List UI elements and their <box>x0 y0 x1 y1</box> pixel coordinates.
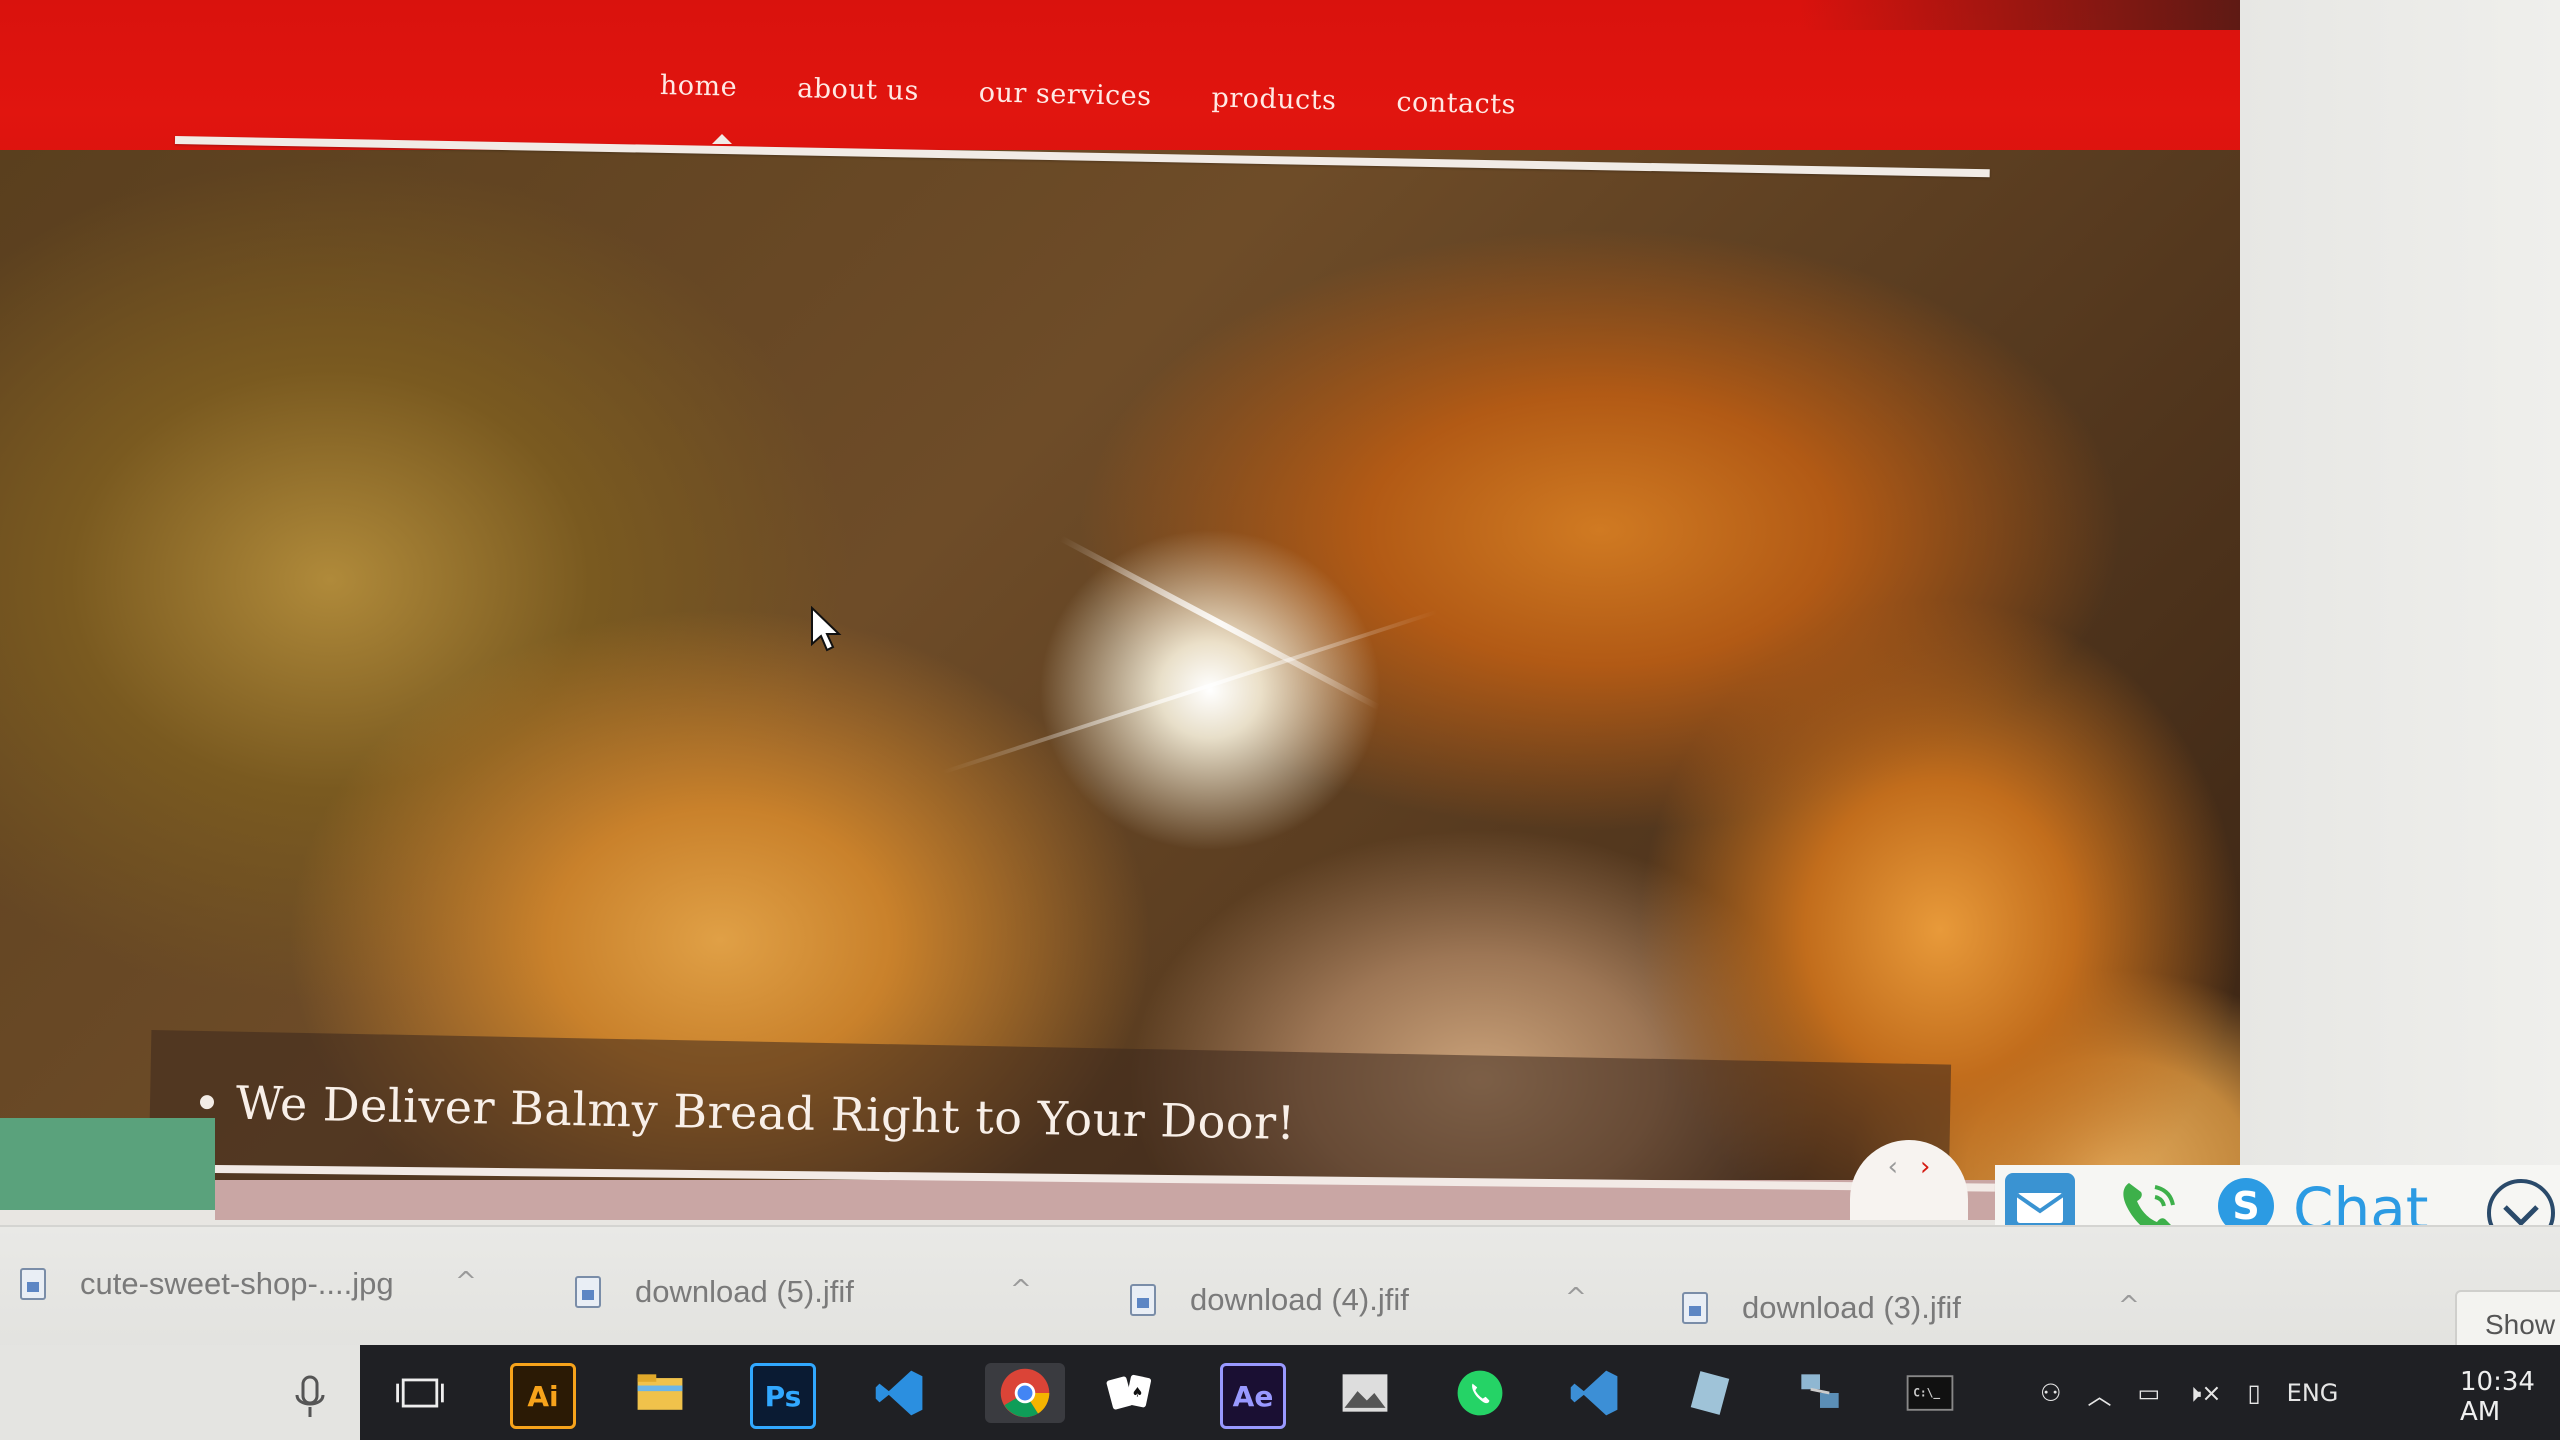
file-icon <box>575 1276 601 1308</box>
vscode-alt-icon[interactable] <box>1565 1363 1625 1423</box>
taskbar-clock[interactable]: 10:34 AM <box>2460 1367 2560 1427</box>
slider-prev-button[interactable]: ‹ <box>1888 1154 1898 1180</box>
command-prompt-icon[interactable]: C:\_ <box>1900 1363 1960 1423</box>
caption-bullet <box>199 1095 215 1110</box>
download-shelf: cute-sweet-shop-....jpg ^ download (5).j… <box>0 1225 2560 1357</box>
mouse-cursor-icon <box>811 606 842 652</box>
volume-muted-icon[interactable]: 🕨× <box>2186 1379 2221 1407</box>
download-filename: download (3).jfif <box>1742 1290 1961 1325</box>
language-indicator[interactable]: ENG <box>2287 1379 2339 1407</box>
svg-text:S: S <box>2232 1184 2259 1228</box>
nav-item-products[interactable]: products <box>1211 82 1337 116</box>
nav-item-our-services[interactable]: our services <box>979 77 1152 112</box>
svg-text:C:\_: C:\_ <box>1913 1387 1940 1400</box>
illustrator-icon[interactable]: Ai <box>510 1363 576 1429</box>
chevron-up-icon[interactable]: ^ <box>1010 1275 1032 1305</box>
download-item[interactable]: download (3).jfif <box>1682 1273 1961 1343</box>
file-icon <box>1130 1284 1156 1316</box>
whatsapp-icon[interactable] <box>1450 1363 1510 1423</box>
network-tool-icon[interactable] <box>1790 1363 1850 1423</box>
download-item[interactable]: download (5).jfif <box>575 1257 854 1327</box>
main-nav: home about us our services products cont… <box>659 55 1517 134</box>
hero-light-flare <box>942 609 1438 775</box>
svg-text:♠: ♠ <box>1132 1386 1144 1401</box>
screen: home about us our services products cont… <box>0 0 2560 1440</box>
active-nav-indicator <box>712 134 732 144</box>
chevron-up-icon[interactable]: ^ <box>455 1267 477 1297</box>
nav-item-about-us[interactable]: about us <box>797 73 919 107</box>
chevron-up-icon[interactable]: ^ <box>2118 1291 2140 1321</box>
solitaire-icon[interactable]: ♠ <box>1100 1363 1160 1423</box>
network-icon[interactable]: ▭ <box>2138 1379 2161 1407</box>
after-effects-icon[interactable]: Ae <box>1220 1363 1286 1429</box>
microphone-icon[interactable] <box>290 1373 330 1423</box>
chevron-up-icon[interactable]: ^ <box>1565 1283 1587 1313</box>
taskbar-search-area[interactable] <box>0 1345 360 1440</box>
file-icon <box>20 1268 46 1300</box>
vscode-icon[interactable] <box>870 1363 930 1423</box>
header-shadow <box>1800 0 2255 30</box>
people-icon[interactable]: ⚇ <box>2040 1379 2062 1407</box>
file-explorer-icon[interactable] <box>630 1363 690 1423</box>
system-tray: ⚇ ︿ ▭ 🕨× ▯ ENG <box>2040 1363 2338 1423</box>
nav-item-contacts[interactable]: contacts <box>1396 86 1516 120</box>
slider-next-button[interactable]: › <box>1920 1154 1930 1180</box>
download-filename: cute-sweet-shop-....jpg <box>80 1266 394 1301</box>
photos-icon[interactable] <box>1335 1363 1395 1423</box>
task-view-icon[interactable] <box>390 1363 450 1423</box>
download-item[interactable]: cute-sweet-shop-....jpg <box>20 1249 394 1319</box>
browser-right-margin <box>2240 0 2560 1230</box>
green-side-tab[interactable] <box>0 1118 215 1210</box>
battery-icon[interactable]: ▯ <box>2247 1379 2260 1407</box>
show-hidden-icons-chevron[interactable]: ︿ <box>2088 1376 2112 1411</box>
download-filename: download (5).jfif <box>635 1274 854 1309</box>
file-icon <box>1682 1292 1708 1324</box>
download-item[interactable]: download (4).jfif <box>1130 1265 1409 1335</box>
download-filename: download (4).jfif <box>1190 1282 1409 1317</box>
photoshop-icon[interactable]: Ps <box>750 1363 816 1429</box>
notes-icon[interactable] <box>1680 1363 1740 1423</box>
nav-item-home[interactable]: home <box>660 70 738 103</box>
taskbar: Ai Ps ♠ Ae C:\_ ⚇ ︿ ▭ 🕨× ▯ ENG 10:34 AM <box>0 1345 2560 1440</box>
chrome-icon[interactable] <box>985 1363 1065 1423</box>
